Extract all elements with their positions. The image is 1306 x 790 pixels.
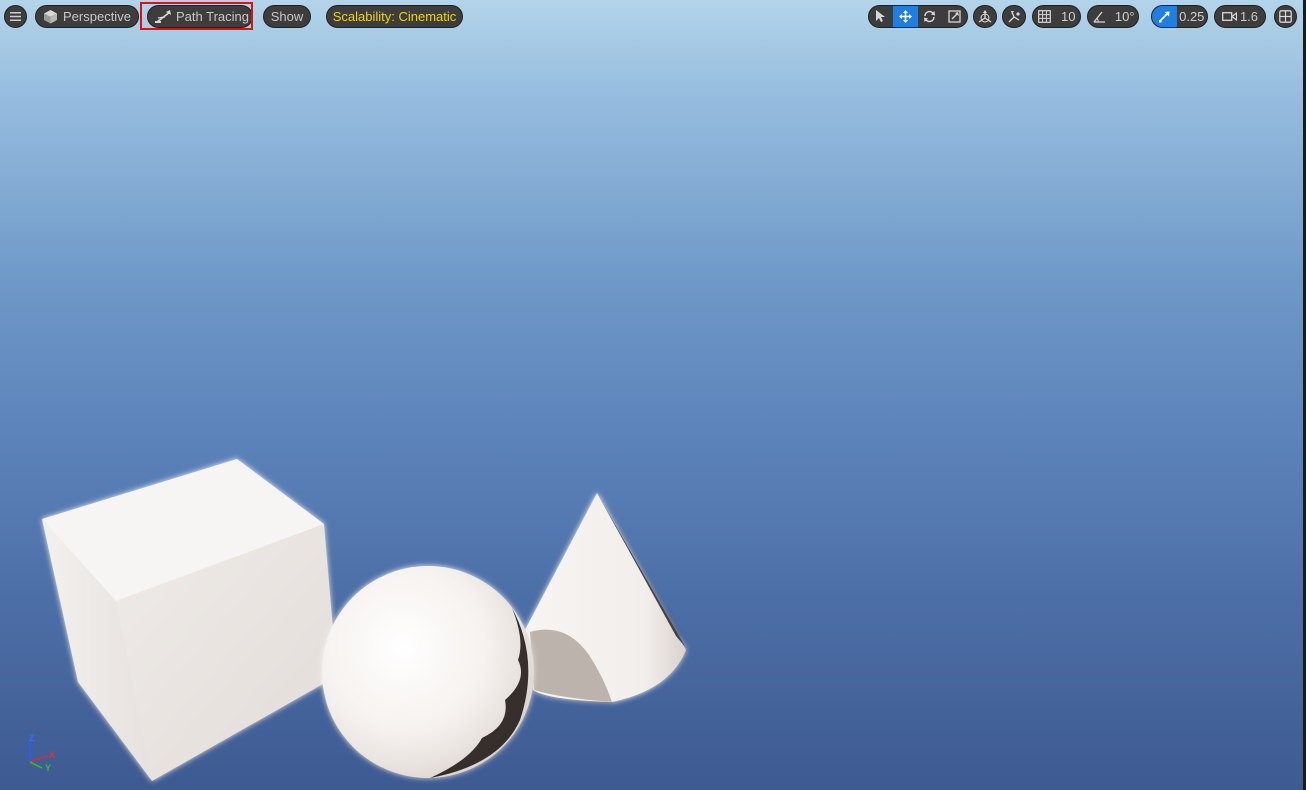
y-axis-label: Y [45, 763, 52, 773]
view-mode-label: Path Tracing [176, 9, 249, 24]
viewport-layout-button[interactable] [1274, 5, 1297, 28]
grid-snap-group: 10 [1032, 5, 1081, 28]
viewport-scene [42, 459, 686, 781]
rotate-icon [924, 10, 936, 23]
camera-speed-button[interactable]: 1.6 [1214, 5, 1266, 28]
camera-speed-value: 1.6 [1239, 9, 1259, 24]
translate-tool-button[interactable] [892, 6, 918, 27]
show-label: Show [270, 9, 304, 24]
select-tool-button[interactable] [869, 6, 893, 27]
rotation-snap-group: 10° [1087, 5, 1139, 28]
cube-mesh[interactable] [42, 459, 337, 781]
surface-snap-icon [1008, 10, 1020, 22]
level-viewport[interactable]: Perspective Path Tracing Show Scalabilit… [0, 0, 1306, 790]
perspective-button[interactable]: Perspective [35, 5, 139, 28]
sphere-mesh[interactable] [322, 566, 534, 778]
viewport-options-button[interactable] [4, 5, 27, 28]
view-mode-button[interactable]: Path Tracing [147, 5, 253, 28]
scale-snap-value[interactable]: 0.25 [1177, 6, 1207, 27]
path-tracing-icon [155, 9, 172, 24]
rotate-tool-button[interactable] [918, 6, 943, 27]
cone-mesh[interactable] [525, 493, 686, 702]
rotation-snap-value[interactable]: 10° [1112, 6, 1138, 27]
coordinate-system-button[interactable] [973, 5, 997, 28]
translate-arrows-icon [898, 10, 912, 23]
camera-icon [1222, 11, 1237, 22]
z-axis-label: Z [29, 733, 35, 743]
rotation-snap-toggle[interactable] [1088, 6, 1112, 27]
world-coordinates-icon [978, 9, 992, 23]
axis-indicator-gizmo: Z X Y [22, 733, 62, 774]
surface-snapping-button[interactable] [1002, 5, 1026, 28]
scale-tool-button[interactable] [942, 6, 967, 27]
grid-snap-value[interactable]: 10 [1057, 6, 1081, 27]
select-cursor-icon [876, 10, 886, 22]
layout-grid-icon [1279, 10, 1292, 23]
x-axis-label: X [49, 750, 56, 760]
scale-snap-group: 0.25 [1151, 5, 1208, 28]
scalability-label: Scalability: Cinematic [332, 9, 457, 24]
scale-snap-toggle[interactable] [1152, 6, 1177, 27]
hamburger-menu-icon [10, 12, 21, 21]
perspective-label: Perspective [63, 9, 131, 24]
show-button[interactable]: Show [263, 5, 311, 28]
cube-icon [43, 9, 58, 24]
scale-snap-icon [1158, 11, 1170, 23]
grid-icon [1038, 10, 1052, 23]
grid-snap-toggle[interactable] [1033, 6, 1057, 27]
scale-icon [948, 10, 961, 23]
scalability-button[interactable]: Scalability: Cinematic [326, 5, 463, 28]
angle-icon [1093, 11, 1106, 23]
transform-tools-group [868, 5, 968, 28]
